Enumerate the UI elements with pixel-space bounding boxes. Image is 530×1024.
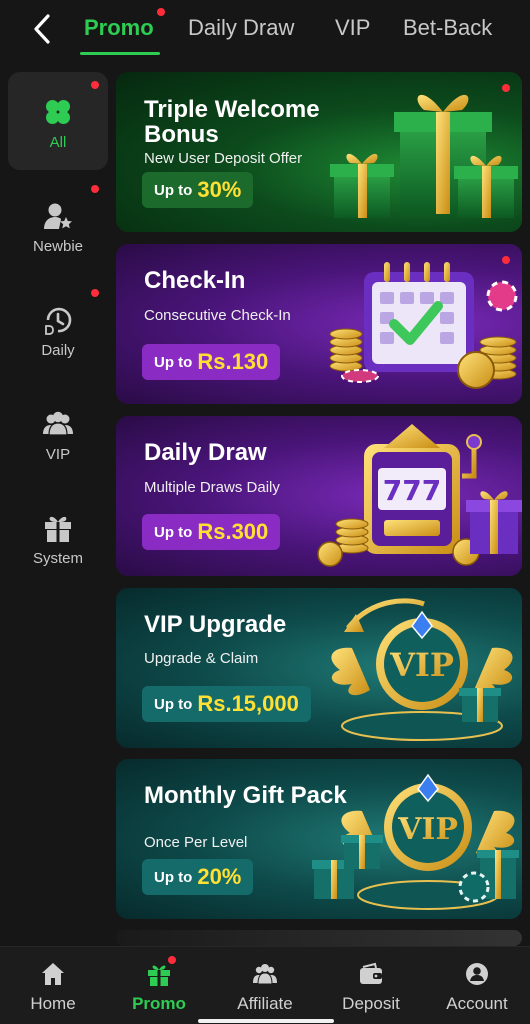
calendar-checkmark-illustration <box>329 262 518 389</box>
tab-bet-back[interactable]: Bet-Back <box>403 15 492 41</box>
vip-badge-text: VIP <box>389 646 454 684</box>
tab-daily-draw[interactable]: Daily Draw <box>188 15 294 41</box>
promo-value: Rs.15,000 <box>197 691 299 716</box>
wallet-icon <box>360 962 382 984</box>
gift-boxes-illustration <box>330 94 518 218</box>
nav-deposit[interactable]: Deposit <box>318 947 424 1024</box>
vip-badge-text: VIP <box>397 812 458 847</box>
promo-card-check-in[interactable]: Check-In Consecutive Check-In Up to Rs.1… <box>116 244 522 404</box>
promo-card-welcome-bonus[interactable]: Triple Welcome Bonus New User Deposit Of… <box>116 72 522 232</box>
tab-promo-badge <box>157 8 165 16</box>
sidebar-badge <box>91 81 99 89</box>
users-icon <box>253 964 277 985</box>
promo-badge <box>502 256 510 264</box>
nav-home[interactable]: Home <box>0 947 106 1024</box>
sidebar-item-label: VIP <box>45 446 71 463</box>
nav-label: Affiliate <box>237 994 293 1013</box>
promo-amount-pill: Up to 30% <box>142 172 254 208</box>
sidebar-item-label: Newbie <box>32 238 84 255</box>
sidebar-item-label: Daily <box>41 342 75 359</box>
sidebar-item-newbie[interactable]: Newbie <box>8 176 108 274</box>
promo-prefix: Up to <box>154 353 193 371</box>
slot-machine-illustration: 777 <box>317 424 522 567</box>
promo-subtitle: Consecutive Check-In <box>144 307 291 324</box>
nav-promo[interactable]: Promo <box>106 947 212 1024</box>
nav-label: Home <box>30 994 76 1013</box>
promo-value: Rs.300 <box>197 519 269 544</box>
vip-badge-illustration: VIP <box>331 598 513 741</box>
sidebar-item-vip[interactable]: VIP <box>8 384 108 482</box>
nav-label: Promo <box>132 994 186 1013</box>
bottom-navigation: Home Promo Affiliate Deposit Account <box>0 946 530 1024</box>
promo-card-next-partial[interactable] <box>116 930 522 946</box>
promo-subtitle: Upgrade & Claim <box>144 650 259 667</box>
account-icon <box>466 963 488 985</box>
tab-promo[interactable]: Promo <box>84 15 154 41</box>
nav-promo-badge <box>168 956 176 964</box>
promo-value: 20% <box>197 864 242 889</box>
sidebar-item-system[interactable]: System <box>8 488 108 586</box>
sidebar-item-label: System <box>32 550 83 567</box>
user-star-icon <box>44 203 72 229</box>
active-tab-indicator <box>80 52 160 55</box>
promo-subtitle: New User Deposit Offer <box>144 150 303 167</box>
sidebar-badge <box>91 185 99 193</box>
sidebar-item-label: All <box>49 134 67 151</box>
promo-value: Rs.130 <box>197 349 269 374</box>
promo-prefix: Up to <box>154 868 193 886</box>
sidebar-item-daily[interactable]: Daily <box>8 280 108 378</box>
promo-prefix: Up to <box>154 695 193 713</box>
promo-subtitle: Once Per Level <box>144 834 248 851</box>
promo-card-monthly-gift-pack[interactable]: Monthly Gift Pack Once Per Level Up to 2… <box>116 759 522 919</box>
promo-amount-pill: Up to Rs.15,000 <box>142 686 311 722</box>
promo-card-daily-draw[interactable]: Daily Draw Multiple Draws Daily Up to Rs… <box>116 416 522 576</box>
top-bar: Promo Daily Draw VIP Bet-Back <box>0 0 530 60</box>
slot-reels-text: 777 <box>383 474 441 507</box>
promo-card-vip-upgrade[interactable]: VIP Upgrade Upgrade & Claim Up to Rs.15,… <box>116 588 522 748</box>
clock-d-icon <box>45 307 72 335</box>
nav-account[interactable]: Account <box>424 947 530 1024</box>
home-indicator <box>198 1019 334 1023</box>
promo-subtitle: Multiple Draws Daily <box>144 479 280 496</box>
promo-value: 30% <box>197 177 242 202</box>
promo-amount-pill: Up to Rs.130 <box>142 344 281 380</box>
vip-gift-illustration: VIP <box>312 773 519 910</box>
nav-affiliate[interactable]: Affiliate <box>212 947 318 1024</box>
back-chevron-icon[interactable] <box>28 12 58 46</box>
gift-icon <box>148 965 170 986</box>
sidebar-badge <box>91 289 99 297</box>
sidebar-item-all[interactable]: All <box>8 72 108 170</box>
promo-badge <box>502 84 510 92</box>
promo-prefix: Up to <box>154 181 193 199</box>
promo-amount-pill: Up to 20% <box>142 859 254 895</box>
tab-vip[interactable]: VIP <box>335 15 370 41</box>
gift-icon <box>45 516 71 542</box>
users-icon <box>43 411 73 436</box>
promo-prefix: Up to <box>154 523 193 541</box>
nav-label: Account <box>446 994 508 1013</box>
home-icon <box>42 963 64 985</box>
clover-icon <box>46 100 70 124</box>
nav-label: Deposit <box>342 994 400 1013</box>
promo-amount-pill: Up to Rs.300 <box>142 514 281 550</box>
